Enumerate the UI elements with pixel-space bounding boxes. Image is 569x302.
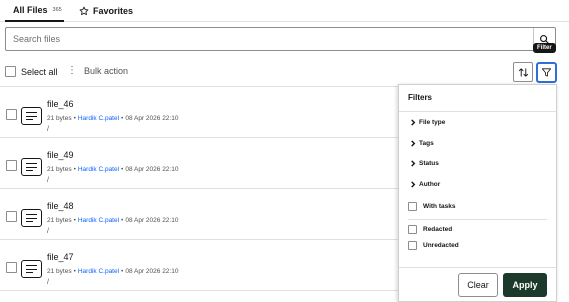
filter-tooltip: Filter bbox=[533, 43, 556, 53]
file-name[interactable]: file_48 bbox=[47, 201, 74, 211]
file-meta: 21 bytes • Hardik C.patel • 08 Apr 2026 22:1… bbox=[47, 166, 178, 173]
tab-all-files[interactable]: All Files 365 bbox=[5, 0, 64, 22]
file-path: / bbox=[47, 279, 49, 286]
filter-section-status[interactable]: Status bbox=[410, 160, 439, 167]
filter-section-label: Author bbox=[419, 181, 441, 188]
tab-favorites[interactable]: Favorites bbox=[79, 0, 133, 22]
redacted-checkbox[interactable] bbox=[408, 225, 417, 234]
file-checkbox[interactable] bbox=[6, 160, 17, 171]
file-name[interactable]: file_49 bbox=[47, 150, 74, 160]
filter-option-label: Unredacted bbox=[423, 242, 459, 249]
file-row[interactable]: file_46 21 bytes • Hardik C.patel • 08 Apr 2… bbox=[0, 87, 398, 138]
document-icon bbox=[21, 107, 42, 125]
clear-button[interactable]: Clear bbox=[458, 273, 498, 297]
file-size: 21 bytes bbox=[47, 268, 72, 275]
document-icon bbox=[21, 209, 42, 227]
tab-favorites-label: Favorites bbox=[93, 6, 134, 16]
with-tasks-checkbox[interactable] bbox=[408, 202, 417, 211]
document-icon bbox=[21, 158, 42, 176]
overflow-menu-icon: ⋮ bbox=[67, 65, 77, 76]
file-name[interactable]: file_46 bbox=[47, 99, 74, 109]
sort-icon bbox=[518, 67, 528, 77]
tab-all-files-label: All Files bbox=[13, 5, 48, 15]
chevron-right-icon bbox=[411, 181, 416, 188]
filter-option-label: With tasks bbox=[423, 203, 456, 210]
file-meta: 21 bytes • Hardik C.patel • 08 Apr 2026 22:1… bbox=[47, 115, 178, 122]
file-size: 21 bytes bbox=[47, 166, 72, 173]
filter-button[interactable] bbox=[536, 62, 557, 83]
file-path: / bbox=[47, 228, 49, 235]
search-input[interactable] bbox=[13, 28, 523, 50]
filters-panel: Filters File type Tags Status Author Wit… bbox=[398, 84, 557, 302]
filter-section-label: Tags bbox=[419, 140, 434, 147]
tab-all-files-count: 365 bbox=[52, 7, 62, 13]
file-checkbox[interactable] bbox=[6, 211, 17, 222]
filter-option-redacted[interactable]: Redacted bbox=[408, 225, 452, 234]
file-date: 08 Apr 2026 22:10 bbox=[125, 115, 179, 122]
file-size: 21 bytes bbox=[47, 217, 72, 224]
filters-header-divider bbox=[399, 111, 556, 112]
filter-option-unredacted[interactable]: Unredacted bbox=[408, 241, 459, 250]
file-meta: 21 bytes • Hardik C.patel • 08 Apr 2026 22:1… bbox=[47, 268, 178, 275]
file-row[interactable]: file_49 21 bytes • Hardik C.patel • 08 Apr 2… bbox=[0, 138, 398, 189]
star-icon bbox=[79, 6, 89, 15]
meta-separator: • bbox=[121, 268, 124, 275]
search-bar bbox=[5, 27, 556, 51]
filter-section-tags[interactable]: Tags bbox=[410, 140, 434, 147]
filter-section-label: Status bbox=[419, 160, 439, 167]
chevron-right-icon bbox=[411, 140, 416, 147]
select-all-label: Select all bbox=[21, 66, 58, 77]
file-name[interactable]: file_47 bbox=[47, 252, 74, 262]
bulk-action-label: Bulk action bbox=[84, 66, 129, 76]
chevron-right-icon bbox=[411, 119, 416, 126]
file-date: 08 Apr 2026 22:10 bbox=[125, 217, 179, 224]
apply-button[interactable]: Apply bbox=[503, 273, 547, 297]
file-author[interactable]: Hardik C.patel bbox=[78, 268, 119, 275]
file-author[interactable]: Hardik C.patel bbox=[78, 115, 119, 122]
meta-separator: • bbox=[73, 166, 76, 173]
select-all[interactable]: Select all bbox=[5, 66, 58, 77]
filters-title: Filters bbox=[408, 93, 433, 102]
file-meta: 21 bytes • Hardik C.patel • 08 Apr 2026 22:1… bbox=[47, 217, 178, 224]
file-row[interactable]: file_47 21 bytes • Hardik C.patel • 08 Apr 2… bbox=[0, 240, 398, 291]
sort-button[interactable] bbox=[513, 62, 533, 82]
unredacted-checkbox[interactable] bbox=[408, 241, 417, 250]
filter-section-label: File type bbox=[419, 119, 446, 126]
filter-icon bbox=[541, 68, 552, 77]
bulk-action-button[interactable]: ⋮ Bulk action bbox=[67, 65, 129, 77]
file-author[interactable]: Hardik C.patel bbox=[78, 217, 119, 224]
file-path: / bbox=[47, 177, 49, 184]
file-author[interactable]: Hardik C.patel bbox=[78, 166, 119, 173]
filter-option-with-tasks[interactable]: With tasks bbox=[408, 202, 455, 211]
meta-separator: • bbox=[73, 217, 76, 224]
select-all-checkbox[interactable] bbox=[5, 66, 16, 77]
meta-separator: • bbox=[73, 268, 76, 275]
filter-option-label: Redacted bbox=[423, 226, 453, 233]
file-size: 21 bytes bbox=[47, 115, 72, 122]
filter-section-file-type[interactable]: File type bbox=[410, 119, 445, 126]
meta-separator: • bbox=[121, 217, 124, 224]
file-checkbox[interactable] bbox=[6, 262, 17, 273]
file-date: 08 Apr 2026 22:10 bbox=[125, 268, 179, 275]
file-tabs: All Files 365 Favorites bbox=[0, 0, 569, 22]
file-row[interactable]: file_48 21 bytes • Hardik C.patel • 08 Apr 2… bbox=[0, 189, 398, 240]
filter-divider bbox=[408, 219, 547, 220]
file-path: / bbox=[47, 126, 49, 133]
file-checkbox[interactable] bbox=[6, 109, 17, 120]
filter-section-author[interactable]: Author bbox=[410, 181, 440, 188]
document-icon bbox=[21, 260, 42, 278]
meta-separator: • bbox=[121, 166, 124, 173]
file-date: 08 Apr 2026 22:10 bbox=[125, 166, 179, 173]
chevron-right-icon bbox=[411, 160, 416, 167]
meta-separator: • bbox=[121, 115, 124, 122]
filters-footer-divider bbox=[399, 267, 556, 268]
meta-separator: • bbox=[73, 115, 76, 122]
